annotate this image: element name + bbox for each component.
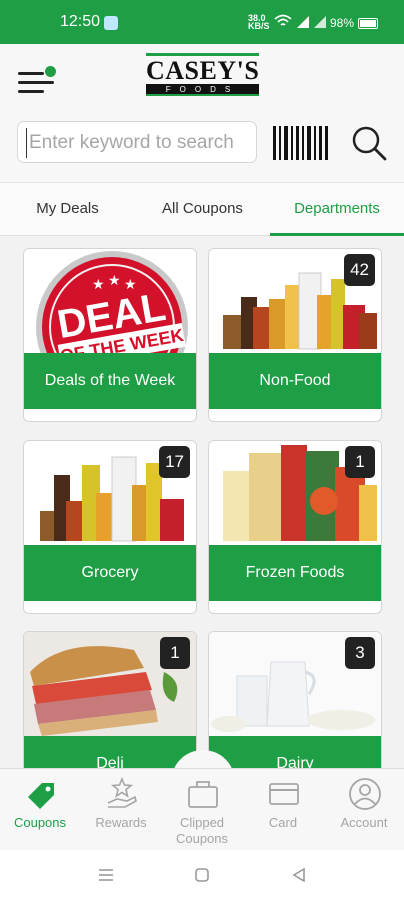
nav-label: Card <box>268 815 298 830</box>
search-input[interactable] <box>26 128 248 158</box>
department-count-badge: 42 <box>344 254 375 286</box>
department-count-badge: 1 <box>345 446 375 478</box>
department-label: Deli <box>24 736 196 768</box>
deal-tabs: My Deals All Coupons Departments <box>0 182 404 236</box>
nav-label: Clipped Coupons <box>175 815 229 846</box>
department-card-grocery[interactable]: 17 Grocery <box>23 440 197 614</box>
department-count-badge: 17 <box>159 446 190 478</box>
menu-button[interactable] <box>18 66 58 98</box>
tab-departments[interactable]: Departments <box>270 183 404 236</box>
department-card-dairy[interactable]: 3 Dairy <box>208 631 382 768</box>
network-speed-unit: KB/S <box>248 21 270 31</box>
system-navigation-bar <box>0 850 404 900</box>
battery-icon <box>358 18 378 29</box>
tab-all-coupons[interactable]: All Coupons <box>135 183 270 236</box>
recent-apps-icon[interactable] <box>98 868 114 882</box>
tab-my-deals[interactable]: My Deals <box>0 183 135 236</box>
deal-of-week-image: ★ ★ ★ DEAL OF THE WEEK <box>24 249 196 353</box>
menu-line-bottom <box>18 90 44 93</box>
department-count-badge: 3 <box>345 637 375 669</box>
network-speed: 38.0 KB/S <box>248 14 270 31</box>
department-grid: ★ ★ ★ DEAL OF THE WEEK Deals of the Week <box>0 236 404 768</box>
account-icon <box>349 778 381 810</box>
search-box[interactable] <box>17 121 257 163</box>
home-icon[interactable] <box>195 868 209 882</box>
barcode-icon[interactable] <box>273 126 328 160</box>
department-card-deli[interactable]: 1 Deli <box>23 631 197 768</box>
status-bar: 12:50 38.0 KB/S 98% <box>0 0 404 44</box>
department-label: Grocery <box>24 545 196 601</box>
battery-percent: 98% <box>330 16 355 30</box>
menu-line-top <box>18 72 44 75</box>
department-label: Frozen Foods <box>209 545 381 601</box>
signal-icon-2 <box>314 16 326 28</box>
nav-label: Account <box>340 815 388 830</box>
coupon-tag-icon <box>28 783 54 809</box>
bottom-navigation: Coupons Rewards Clipped Coupons Card Acc… <box>0 768 404 850</box>
signal-icon-1 <box>297 16 309 28</box>
logo-subtitle: FOODS <box>146 84 259 96</box>
svg-text:★: ★ <box>92 277 105 293</box>
svg-text:★: ★ <box>108 273 121 289</box>
department-label: Dairy <box>209 736 381 768</box>
caseys-logo: CASEY'S FOODS <box>146 53 259 97</box>
nav-label: Coupons <box>13 815 67 830</box>
clipboard-icon <box>188 781 218 808</box>
department-label: Deals of the Week <box>24 353 196 409</box>
department-card-non-food[interactable]: 42 Non-Food <box>208 248 382 422</box>
nav-coupons[interactable]: Coupons <box>0 769 80 851</box>
wifi-icon <box>274 14 292 26</box>
nav-account[interactable]: Account <box>324 769 404 851</box>
logo-wordmark: CASEY'S <box>146 53 259 85</box>
notification-dot <box>45 66 56 77</box>
nav-label: Rewards <box>95 815 147 830</box>
department-card-deals-of-the-week[interactable]: ★ ★ ★ DEAL OF THE WEEK Deals of the Week <box>23 248 197 422</box>
rewards-hand-star-icon <box>107 777 137 808</box>
nav-card[interactable]: Card <box>243 769 323 851</box>
status-time: 12:50 <box>60 13 101 30</box>
card-icon <box>269 783 299 805</box>
menu-line-middle <box>18 81 54 84</box>
app-header: CASEY'S FOODS <box>0 44 404 182</box>
back-icon[interactable] <box>292 868 306 882</box>
department-count-badge: 1 <box>160 637 190 669</box>
app-notification-icon <box>104 16 118 30</box>
nav-rewards[interactable]: Rewards <box>81 769 161 851</box>
department-label: Non-Food <box>209 353 381 409</box>
department-card-frozen-foods[interactable]: 1 Frozen Foods <box>208 440 382 614</box>
nav-clipped-coupons[interactable]: Clipped Coupons <box>162 769 242 851</box>
search-icon[interactable] <box>350 124 388 162</box>
